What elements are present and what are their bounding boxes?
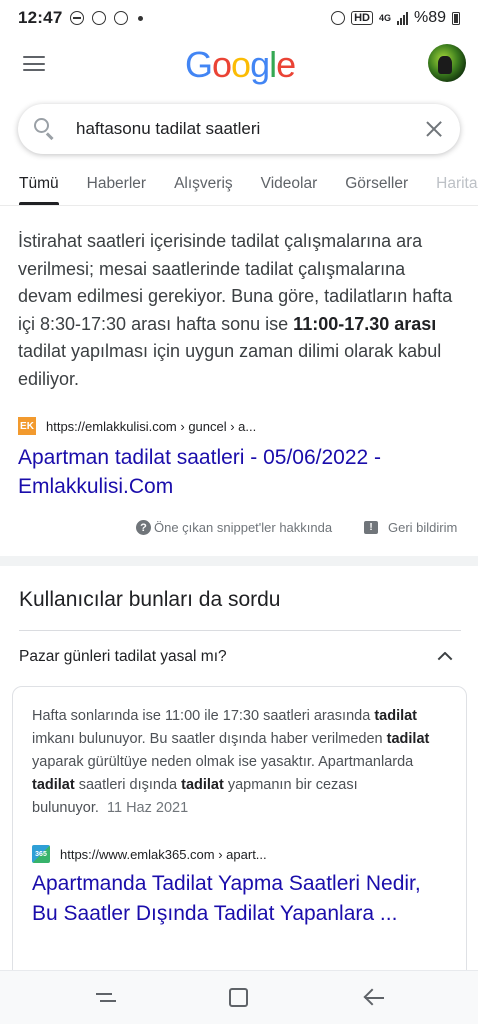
logo-letter: g [250, 44, 270, 85]
sync-icon [114, 11, 129, 25]
search-icon[interactable] [34, 118, 56, 140]
answer-title-link[interactable]: Apartmanda Tadilat Yapma Saatleri Nedir,… [32, 869, 452, 929]
network-type: 4G [378, 13, 391, 23]
feedback-label: Geri bildirim [388, 520, 458, 535]
source-url: https://emlakkulisi.com › guncel › a... [46, 418, 257, 434]
notification-dot [138, 15, 144, 21]
answer-text-part: Hafta sonlarında ise 11:00 ile 17:30 saa… [32, 708, 375, 724]
signal-icon [396, 11, 408, 25]
snippet-footer: ? Öne çıkan snippet'ler hakkında ! Geri … [0, 518, 478, 540]
emlakkulisi-favicon: EK [18, 417, 36, 435]
feedback-link[interactable]: ! Geri bildirim [364, 520, 457, 535]
answer-highlight: tadilat [386, 731, 430, 747]
featured-snippet-text: İstirahat saatleri içerisinde tadilat ça… [18, 228, 462, 394]
emlak365-favicon: 365 [32, 845, 50, 863]
status-time: 12:47 [18, 8, 63, 27]
snippet-source[interactable]: EK https://emlakkulisi.com › guncel › a.… [18, 417, 256, 435]
logo-letter: o [212, 44, 232, 85]
tab-shopping[interactable]: Alışveriş [174, 166, 233, 205]
battery-icon [452, 11, 460, 25]
tab-news[interactable]: Haberler [87, 166, 146, 205]
sync-icon [92, 11, 107, 25]
answer-highlight: tadilat [374, 708, 418, 724]
result-title-link[interactable]: Apartman tadilat saatleri - 05/06/2022 -… [18, 443, 462, 501]
search-tabs: Tümü Haberler Alışveriş Videolar Görsell… [0, 166, 478, 206]
section-divider [0, 556, 478, 566]
google-logo[interactable]: Google [185, 44, 296, 86]
snippet-text-end: tadilat yapılması için uygun zaman dilim… [18, 341, 442, 389]
header: Google [0, 36, 478, 94]
help-icon: ? [136, 520, 151, 535]
divider [19, 630, 461, 631]
chevron-up-icon[interactable] [438, 650, 452, 664]
paa-answer-card: Hafta sonlarında ise 11:00 ile 17:30 saa… [12, 686, 467, 986]
answer-highlight: tadilat [32, 777, 75, 793]
answer-date: 11 Haz 2021 [106, 800, 189, 816]
paa-question[interactable]: Pazar günleri tadilat yasal mı? [19, 648, 227, 666]
search-box [18, 104, 460, 154]
tab-images[interactable]: Görseller [345, 166, 408, 205]
status-bar: 12:47 HD 4G %89 [0, 0, 478, 36]
recent-apps-icon[interactable] [96, 989, 116, 1007]
avatar[interactable] [428, 44, 466, 82]
logo-letter: G [185, 44, 213, 85]
feedback-icon: ! [364, 521, 378, 534]
answer-highlight: tadilat [181, 777, 224, 793]
answer-source-url: https://www.emlak365.com › apart... [60, 846, 267, 862]
navigation-bar [0, 970, 478, 1024]
tab-all[interactable]: Tümü [19, 166, 59, 205]
snippet-highlight: 11:00-17.30 arası [293, 313, 437, 334]
hd-voice-icon: HD [351, 11, 373, 25]
menu-icon[interactable] [23, 56, 45, 72]
answer-source[interactable]: 365 https://www.emlak365.com › apart... [32, 845, 267, 863]
do-not-disturb-icon [70, 11, 85, 25]
answer-text-part: saatleri dışında [74, 777, 182, 793]
about-snippets-link[interactable]: ? Öne çıkan snippet'ler hakkında [136, 520, 332, 535]
answer-text-part: imkanı bulunuyor. Bu saatler dışında hab… [32, 731, 387, 747]
back-icon[interactable] [364, 988, 384, 1008]
battery-level: %89 [413, 9, 446, 26]
tab-maps[interactable]: Haritalar [436, 166, 478, 205]
search-input[interactable] [76, 119, 424, 139]
logo-letter: o [231, 44, 251, 85]
logo-letter: e [276, 44, 296, 85]
tab-videos[interactable]: Videolar [261, 166, 318, 205]
answer-text-part: yaparak gürültüye neden olmak ise yasakt… [32, 754, 414, 770]
about-snippets-label: Öne çıkan snippet'ler hakkında [154, 520, 333, 535]
people-also-ask-title: Kullanıcılar bunları da sordu [19, 588, 281, 611]
home-icon[interactable] [229, 988, 248, 1007]
close-icon[interactable] [424, 119, 444, 139]
paa-answer-text: Hafta sonlarında ise 11:00 ile 17:30 saa… [32, 705, 447, 820]
alarm-icon [331, 11, 346, 25]
